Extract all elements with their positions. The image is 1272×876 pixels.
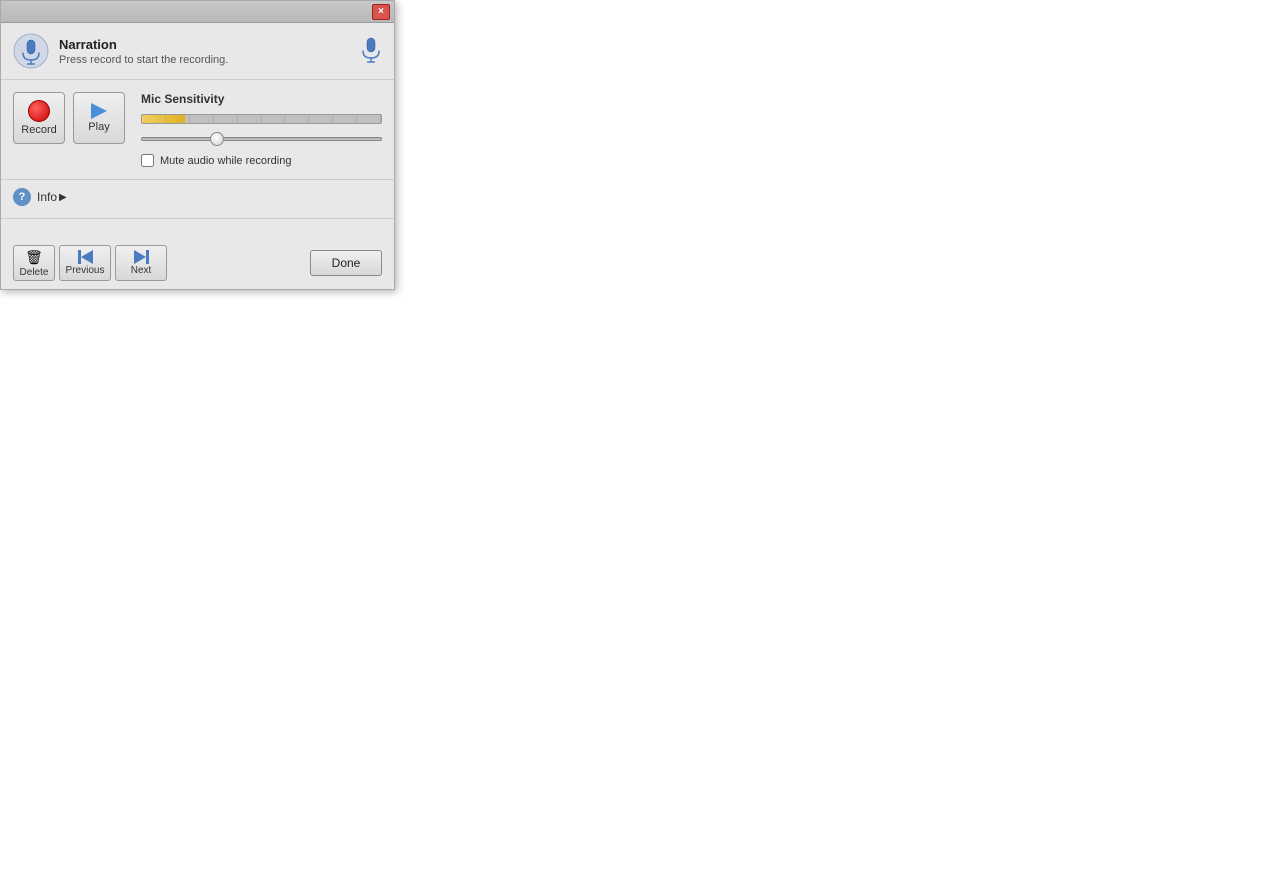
record-label: Record [21,124,56,136]
next-bar [146,250,149,264]
previous-label: Previous [66,265,105,276]
seg-1 [142,115,166,123]
seg-4 [214,115,238,123]
seg-10 [357,115,381,123]
play-label: Play [88,121,109,133]
mic-sensitivity-label: Mic Sensitivity [141,92,382,106]
previous-button[interactable]: Previous [59,245,111,281]
play-icon [91,103,107,119]
record-icon [28,100,50,122]
info-link-label: Info [37,190,57,204]
info-arrow-icon: ▶ [59,192,67,203]
buttons-row: Record Play [13,92,125,144]
gap-area [1,219,394,237]
title-bar: × [1,1,394,23]
playback-controls: Record Play [13,92,125,167]
microphone-icon-small [360,37,382,65]
mute-checkbox[interactable] [141,154,154,167]
mute-checkbox-row: Mute audio while recording [141,154,382,167]
play-button[interactable]: Play [73,92,125,144]
next-button[interactable]: Next [115,245,167,281]
seg-8 [309,115,333,123]
seg-9 [333,115,357,123]
microphone-icon-large [13,33,49,69]
next-label: Next [131,265,152,276]
record-button[interactable]: Record [13,92,65,144]
info-link[interactable]: Info ▶ [37,190,67,204]
header-text: Narration Press record to start the reco… [59,37,360,66]
close-button[interactable]: × [372,4,390,20]
seg-3 [190,115,214,123]
seg-5 [238,115,262,123]
seg-2 [166,115,190,123]
delete-label: Delete [20,267,49,278]
sensitivity-bar-segments [142,115,381,123]
slider-container [141,130,382,144]
seg-6 [262,115,286,123]
main-section: Record Play Mic Sensitivity [1,80,394,180]
sensitivity-bar-track [141,114,382,124]
mute-label: Mute audio while recording [160,155,291,167]
seg-7 [285,115,309,123]
narration-dialog: × Narration Press record to start the re… [0,0,395,290]
next-icon [134,250,149,264]
info-icon: ? [13,188,31,206]
dialog-title: Narration [59,37,360,52]
trash-icon: 🗑 [25,249,43,266]
header-section: Narration Press record to start the reco… [1,23,394,80]
mic-sensitivity-section: Mic Sensitivity [141,92,382,167]
delete-button[interactable]: 🗑 Delete [13,245,55,281]
dialog-subtitle: Press record to start the recording. [59,54,360,66]
done-button[interactable]: Done [310,250,382,276]
footer-section: 🗑 Delete Previous Next Done [1,237,394,289]
sensitivity-bar-container [141,114,382,124]
next-triangle [134,250,146,264]
info-section: ? Info ▶ [1,180,394,219]
prev-triangle [81,250,93,264]
previous-icon [78,250,93,264]
sensitivity-slider[interactable] [141,137,382,141]
